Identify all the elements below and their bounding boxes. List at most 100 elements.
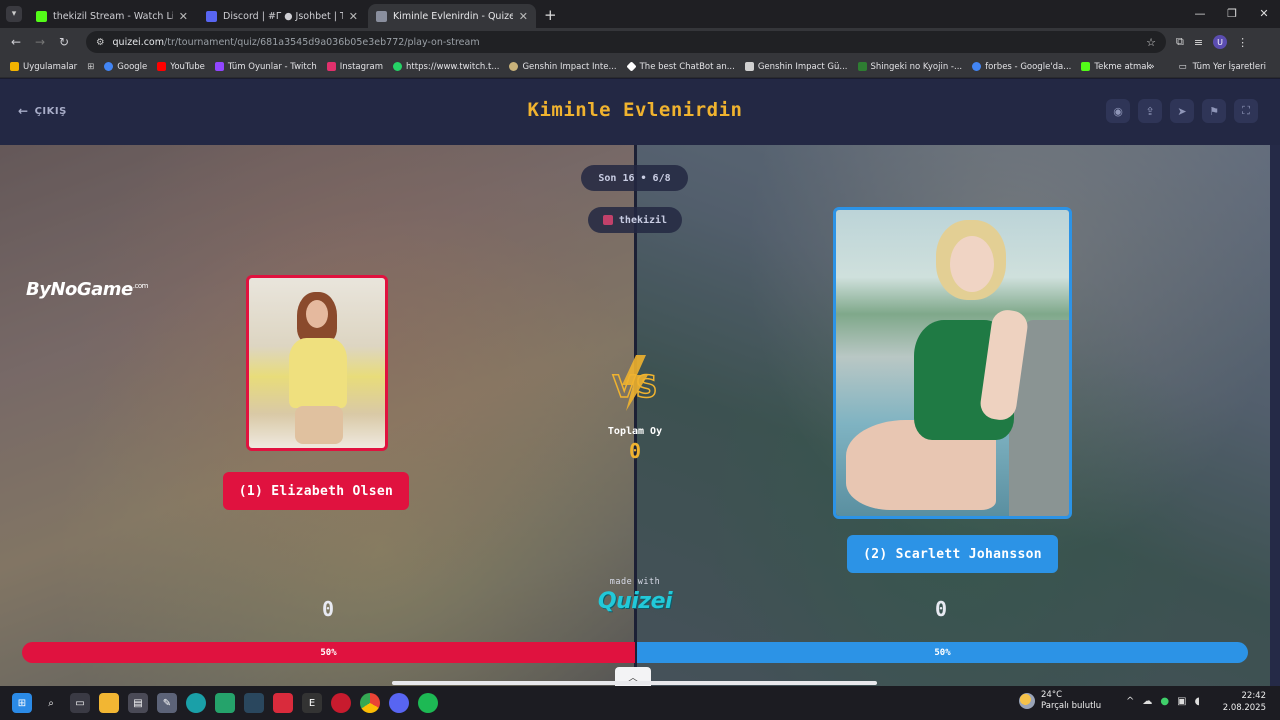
bookmark-instagram[interactable]: Instagram [326,62,383,72]
bookmark-twitch-link[interactable]: https://www.twitch.t... [393,62,499,72]
profile-avatar[interactable]: U [1213,35,1228,49]
matchup-stage: Son 16 • 6/8 thekizil ByNoGame.com (1) E… [0,145,1270,686]
send-icon[interactable]: ➤ [1170,99,1194,123]
share-icon[interactable]: ⇪ [1138,99,1162,123]
extensions-icon[interactable]: ⧉ [1176,35,1184,49]
forward-arrow-icon[interactable]: → [28,35,52,49]
bookmark-label: The best ChatBot an... [639,61,735,72]
vertical-scrollbar[interactable] [1270,145,1280,686]
bookmark-genshin-1[interactable]: Genshin Impact Inte... [509,61,617,72]
vote-left-button[interactable]: (1) Elizabeth Olsen [223,472,409,510]
bookmark-label: Shingeki no Kyojin -... [870,61,963,72]
window-controls: — ❐ ✕ [1184,0,1280,26]
new-tab-button[interactable]: + [544,6,557,24]
close-window-icon[interactable]: ✕ [1248,0,1280,26]
flag-icon[interactable]: ⚑ [1202,99,1226,123]
volume-icon[interactable]: ◖ [1195,696,1200,707]
contestant-left-image[interactable] [246,275,388,451]
bookmark-star-icon[interactable]: ☆ [1146,36,1156,49]
youtube-icon [157,62,167,71]
opera-icon[interactable] [331,693,351,713]
minimize-icon[interactable]: — [1184,0,1216,26]
more-bookmarks-icon[interactable]: » [1149,62,1154,72]
tab-discord[interactable]: Discord | #Γ ● Jsohbet | Th ✕ [198,4,366,28]
bookmark-label: Genshin Impact Inte... [522,61,617,72]
bookmark-shingeki[interactable]: Shingeki no Kyojin -... [857,61,963,72]
url-host: quizei.com [112,36,165,48]
restore-icon[interactable]: ❐ [1216,0,1248,26]
system-clock[interactable]: 22:42 2.08.2025 [1223,690,1266,714]
left-score: 0 [321,597,335,621]
file-explorer-icon[interactable] [99,693,119,713]
tab-kick-stream[interactable]: thekizil Stream - Watch Live on ✕ [28,4,196,28]
address-bar[interactable]: ⚙ quizei.com /tr/tournament/quiz/681a354… [86,31,1166,53]
clock-time: 22:42 [1241,691,1267,701]
chrome-icon[interactable] [360,693,380,713]
vs-text: VS [613,370,658,405]
bookmark-twitch-games[interactable]: Tüm Oyunlar - Twitch [214,61,317,72]
vote-right-button[interactable]: (2) Scarlett Johansson [847,535,1058,573]
site-info-icon[interactable]: ⚙ [96,37,105,48]
microphone-icon[interactable]: ● [1160,696,1169,707]
page-icon [857,62,867,71]
kick-icon [1081,62,1091,71]
contestant-right-image[interactable] [833,207,1072,519]
spotify-icon[interactable] [418,693,438,713]
reload-icon[interactable]: ↻ [52,35,76,49]
app-red-icon[interactable] [273,693,293,713]
right-vote-share: 50% [635,642,1248,663]
steam-icon[interactable] [244,693,264,713]
store-icon[interactable]: ▤ [128,693,148,713]
round-indicator: Son 16 • 6/8 [581,165,688,191]
tab-quizei[interactable]: Kiminle Evlenirdin - Quizei ✕ [368,4,536,28]
versus-lightning-icon: VS [612,355,658,411]
contestant-right-photo [836,210,1069,516]
notepad-icon[interactable]: ✎ [157,693,177,713]
bookmark-label: Tekme atmak [1094,61,1152,72]
back-arrow-icon[interactable]: ← [4,35,28,49]
close-tab-icon[interactable]: ✕ [519,10,528,23]
cloud-icon[interactable]: ☁ [1142,696,1152,707]
fullscreen-icon[interactable]: ⛶ [1234,99,1258,123]
quizei-favicon-icon [376,10,387,22]
page-icon [744,62,754,71]
epic-games-icon[interactable]: E [302,693,322,713]
eye-icon[interactable]: ◉ [1106,99,1130,123]
whatsapp-icon[interactable] [215,693,235,713]
bookmark-label: Google [117,61,148,72]
network-icon[interactable]: ▣ [1177,696,1186,707]
quiz-title: Kiminle Evlenirdin [527,99,743,121]
all-bookmarks-link[interactable]: Tüm Yer İşaretleri [1193,62,1266,72]
weather-widget[interactable]: 24°C Parçalı bulutlu [1019,690,1101,712]
bookmark-label: Genshin Impact Gü... [757,61,848,72]
close-tab-icon[interactable]: ✕ [349,10,358,23]
bookmark-forbes[interactable]: forbes - Google'da... [972,62,1071,72]
bookmark-kick[interactable]: Tekme atmak [1081,62,1151,72]
bookmark-label: Tüm Oyunlar - Twitch [227,61,317,72]
close-tab-icon[interactable]: ✕ [179,10,188,23]
discord-favicon-icon [206,10,217,22]
horizontal-scrollbar[interactable] [392,681,877,685]
bookmark-chatbot[interactable]: The best ChatBot an... [626,61,735,72]
bookmark-google[interactable]: Google [104,62,147,72]
bookmark-label: forbes - Google'da... [985,61,1072,72]
edge-icon[interactable] [186,693,206,713]
bookmark-apps[interactable]: Uygulamalar [10,62,77,72]
search-icon[interactable]: ⌕ [41,693,61,713]
windows-start-icon[interactable]: ⊞ [12,693,32,713]
chevron-up-icon[interactable]: ^ [1126,696,1134,707]
kick-favicon-icon [36,10,47,22]
grid-icon: ⊞ [87,61,95,72]
bookmark-youtube[interactable]: YouTube [157,62,205,72]
discord-icon[interactable] [389,693,409,713]
quizei-logo[interactable]: Quizei [585,589,685,614]
windows-taskbar: ⊞ ⌕ ▭ ▤ ✎ E 24°C Parçalı bulutlu ^ ☁ ● ▣… [0,686,1280,720]
bookmark-apps-grid[interactable]: ⊞ [87,62,94,72]
task-view-icon[interactable]: ▭ [70,693,90,713]
left-vote-share: 50% [22,642,635,663]
media-controls-icon[interactable]: ≡ [1194,36,1203,49]
temperature: 24°C [1041,690,1063,700]
bookmark-genshin-2[interactable]: Genshin Impact Gü... [744,61,848,72]
menu-kebab-icon[interactable]: ⋮ [1237,36,1248,49]
tab-search-button[interactable]: ▾ [6,6,22,22]
